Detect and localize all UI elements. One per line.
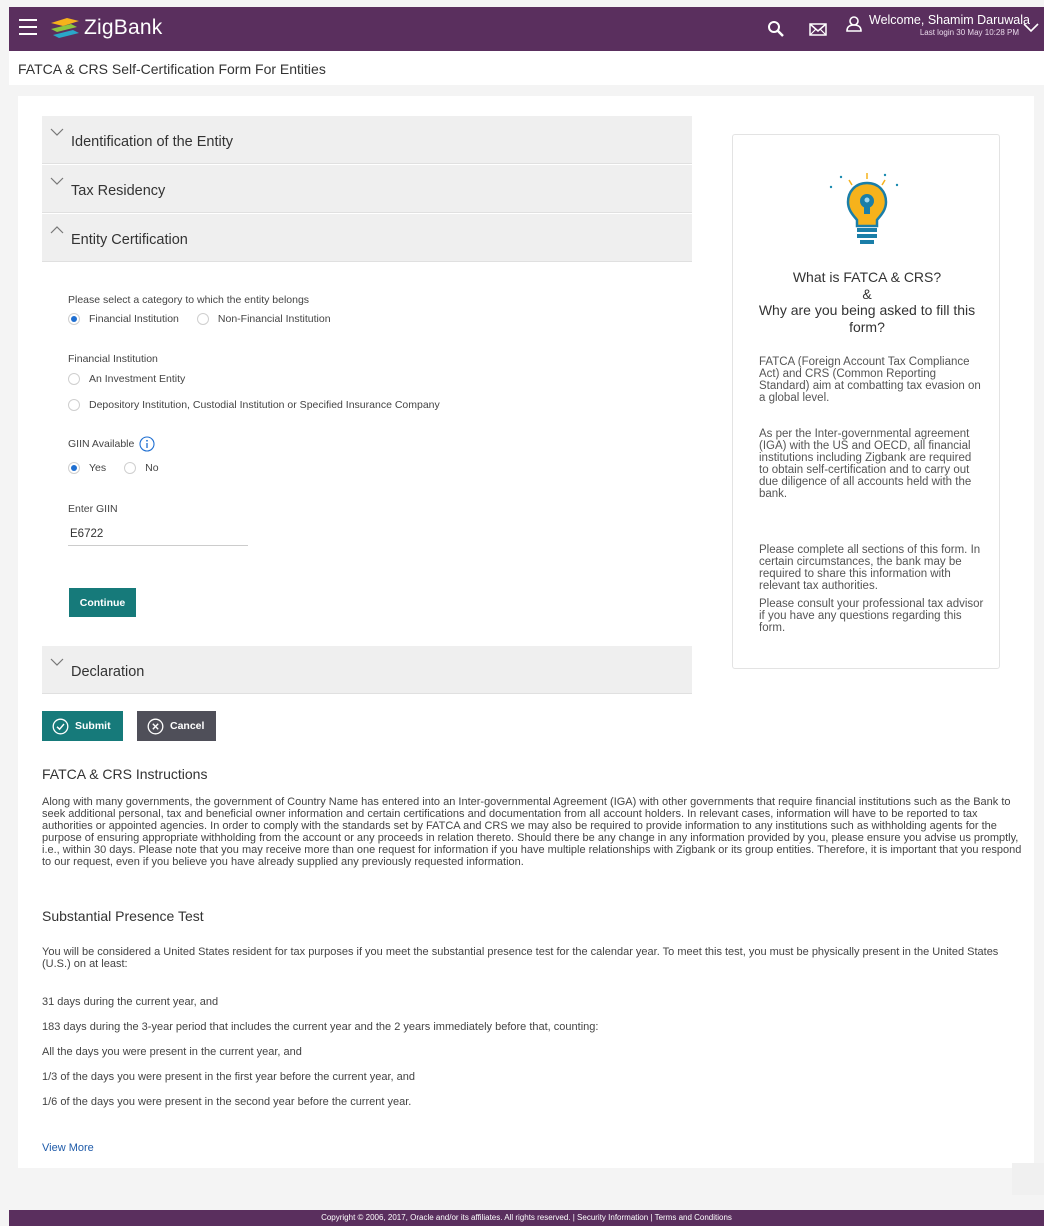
- terms-and-conditions-link[interactable]: Terms and Conditions: [655, 1213, 732, 1222]
- info-card-paragraph-4: Please consult your professional tax adv…: [759, 598, 984, 634]
- radio-non-financial-institution[interactable]: Non-Financial Institution: [196, 313, 331, 325]
- radio-depository-institution[interactable]: Depository Institution, Custodial Instit…: [68, 399, 440, 411]
- financial-institution-label: Financial Institution: [68, 353, 158, 365]
- chevron-up-icon: [50, 226, 64, 234]
- presence-test-line: All the days you were present in the cur…: [42, 1046, 302, 1058]
- presence-test-intro: You will be considered a United States r…: [42, 946, 999, 970]
- info-card-paragraph-3: Please complete all sections of this for…: [759, 544, 981, 592]
- security-information-link[interactable]: Security Information: [577, 1213, 648, 1222]
- brand-name: ZigBank: [84, 16, 163, 39]
- radio-label: Depository Institution, Custodial Instit…: [89, 399, 440, 411]
- radio-investment-entity[interactable]: An Investment Entity: [68, 373, 185, 385]
- presence-test-line: 183 days during the 3-year period that i…: [42, 1021, 599, 1033]
- radio-label: Financial Institution: [89, 313, 179, 325]
- check-circle-icon: [52, 718, 69, 734]
- user-icon: [846, 16, 862, 32]
- user-menu[interactable]: Welcome, Shamim Daruwala Last login 30 M…: [869, 13, 1030, 37]
- submit-label: Submit: [75, 720, 111, 732]
- zigbank-logo-icon: [51, 18, 79, 38]
- radio-button[interactable]: [68, 373, 80, 385]
- info-card-question-line2: Why are you being asked to fill this for…: [758, 302, 976, 335]
- menu-icon[interactable]: [19, 19, 37, 35]
- accordion-label: Identification of the Entity: [71, 134, 234, 150]
- category-label: Please select a category to which the en…: [68, 294, 310, 306]
- radio-button[interactable]: [124, 462, 137, 474]
- footer: Copyright © 2006, 2017, Oracle and/or it…: [9, 1210, 1044, 1226]
- accordion-identification[interactable]: Identification of the Entity: [42, 116, 692, 164]
- enter-giin-label: Enter GIIN: [68, 503, 118, 515]
- accordion-label: Tax Residency: [71, 183, 166, 199]
- presence-test-title: Substantial Presence Test: [42, 908, 204, 924]
- info-card-question: What is FATCA & CRS? & Why are you being…: [747, 269, 987, 335]
- info-card-question-amp: &: [862, 285, 872, 302]
- chevron-down-icon: [50, 128, 64, 136]
- submit-button[interactable]: Submit: [42, 711, 123, 741]
- accordion-label: Declaration: [71, 664, 145, 680]
- giin-available-label: GIIN Available: [68, 436, 155, 452]
- radio-button[interactable]: [196, 313, 209, 325]
- radio-button[interactable]: [68, 399, 80, 411]
- radio-label: An Investment Entity: [89, 373, 186, 385]
- lightbulb-icon: [829, 173, 899, 244]
- brand-logo[interactable]: ZigBank: [49, 16, 162, 40]
- chevron-down-icon: [50, 658, 64, 666]
- continue-button[interactable]: Continue: [69, 588, 136, 617]
- info-icon[interactable]: [139, 436, 155, 452]
- presence-test-line: 1/3 of the days you were present in the …: [42, 1071, 415, 1083]
- category-radio-group: Financial Institution Non-Financial Inst…: [68, 313, 349, 325]
- fatca-info-card: What is FATCA & CRS? & Why are you being…: [732, 134, 1000, 669]
- mail-icon[interactable]: [808, 21, 828, 37]
- radio-label: Non-Financial Institution: [217, 313, 331, 325]
- search-icon[interactable]: [767, 20, 785, 38]
- cancel-label: Cancel: [170, 720, 205, 732]
- radio-giin-no[interactable]: No: [124, 462, 159, 474]
- top-navigation-bar: ZigBank Welcome, Shamim Daruwala Last lo…: [9, 7, 1044, 51]
- presence-test-line: 31 days during the current year, and: [42, 996, 219, 1008]
- copyright-text: Copyright © 2006, 2017, Oracle and/or it…: [321, 1213, 571, 1222]
- last-login-text: Last login 30 May 10:28 PM: [919, 28, 1019, 37]
- instructions-title: FATCA & CRS Instructions: [42, 766, 208, 782]
- info-card-paragraph-2: As per the Inter-governmental agreement …: [759, 428, 972, 500]
- giin-radio-group: Yes No: [68, 462, 177, 474]
- main-content: Identification of the Entity Tax Residen…: [18, 96, 1034, 1168]
- radio-label: Yes: [89, 462, 107, 474]
- accordion-entity-certification[interactable]: Entity Certification: [42, 214, 692, 262]
- giin-available-text: GIIN Available: [68, 437, 135, 450]
- chevron-down-icon[interactable]: [1023, 23, 1039, 33]
- instructions-body: Along with many governments, the governm…: [42, 796, 1022, 868]
- accordion-tax-residency[interactable]: Tax Residency: [42, 165, 692, 213]
- radio-button-selected[interactable]: [68, 313, 80, 325]
- accordion-declaration[interactable]: Declaration: [42, 646, 692, 694]
- info-card-paragraph-1: FATCA (Foreign Account Tax Compliance Ac…: [759, 356, 981, 404]
- accordion-label: Entity Certification: [71, 232, 188, 248]
- cancel-button[interactable]: Cancel: [137, 711, 216, 741]
- radio-button-selected[interactable]: [68, 462, 80, 474]
- giin-input[interactable]: [68, 522, 248, 546]
- radio-financial-institution[interactable]: Financial Institution: [68, 313, 179, 325]
- page-title: FATCA & CRS Self-Certification Form For …: [9, 51, 1044, 85]
- info-card-question-line1: What is FATCA & CRS?: [792, 269, 942, 285]
- radio-giin-yes[interactable]: Yes: [68, 462, 106, 474]
- view-more-link[interactable]: View More: [42, 1142, 94, 1154]
- scroll-to-top-button[interactable]: [1012, 1163, 1044, 1195]
- chevron-down-icon: [50, 177, 64, 185]
- welcome-text: Welcome, Shamim Daruwala: [869, 13, 1030, 27]
- presence-test-line: 1/6 of the days you were present in the …: [42, 1096, 412, 1108]
- radio-label: No: [145, 462, 159, 474]
- close-circle-icon: [147, 718, 164, 734]
